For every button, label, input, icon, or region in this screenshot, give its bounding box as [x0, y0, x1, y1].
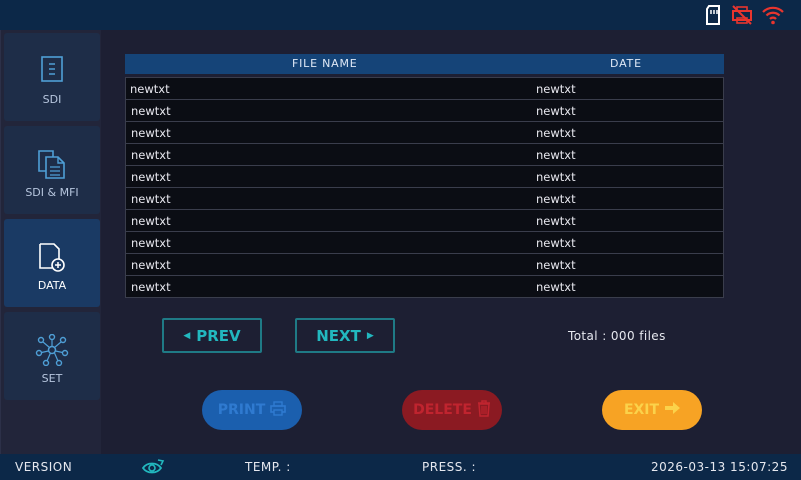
next-page-button[interactable]: NEXT ▶ — [295, 318, 395, 353]
printer-disconnected-icon — [731, 5, 753, 29]
file-name-cell: newtxt — [131, 104, 171, 118]
column-header-file-name: FILE NAME — [292, 57, 358, 70]
sidebar: SDI SDI & MFI DATA SET — [0, 30, 101, 454]
sidebar-item-sdi[interactable]: SDI — [4, 33, 100, 121]
file-name-cell: newtxt — [131, 280, 171, 294]
version-label: VERSION — [15, 460, 73, 474]
exit-button[interactable]: EXIT — [602, 390, 702, 430]
table-row[interactable]: newtxt newtxt — [126, 188, 723, 210]
file-name-cell: newtxt — [131, 126, 171, 140]
print-button[interactable]: PRINT — [202, 390, 302, 430]
file-table: newtxt newtxt newtxt newtxt newtxt newtx… — [125, 77, 724, 298]
table-row[interactable]: newtxt newtxt — [126, 232, 723, 254]
connection-eye-icon — [141, 457, 165, 478]
printer-icon — [270, 400, 287, 420]
documents-icon — [4, 148, 100, 180]
sidebar-item-label: SDI — [42, 93, 62, 106]
table-row[interactable]: newtxt newtxt — [126, 254, 723, 276]
top-status-bar — [0, 0, 801, 30]
triangle-left-icon: ◀ — [183, 330, 191, 341]
date-cell: newtxt — [536, 258, 576, 272]
date-cell: newtxt — [536, 148, 576, 162]
sidebar-item-data[interactable]: DATA — [4, 219, 100, 307]
sidebar-item-label: SET — [41, 372, 63, 385]
file-name-cell: newtxt — [131, 236, 171, 250]
table-row[interactable]: newtxt newtxt — [126, 276, 723, 298]
print-label: PRINT — [217, 402, 266, 418]
file-name-cell: newtxt — [131, 192, 171, 206]
trash-icon — [477, 399, 491, 421]
delete-label: DELETE — [413, 402, 472, 418]
prev-page-label: PREV — [196, 326, 241, 345]
table-row[interactable]: newtxt newtxt — [126, 144, 723, 166]
sidebar-item-sdi-mfi[interactable]: SDI & MFI — [4, 126, 100, 214]
date-cell: newtxt — [536, 82, 576, 96]
file-name-cell: newtxt — [130, 82, 170, 96]
temperature-label: TEMP. : — [245, 460, 291, 474]
datetime-display: 2026-03-13 15:07:25 — [651, 460, 788, 474]
sd-card-icon — [705, 5, 721, 29]
table-header: FILE NAME DATE — [125, 54, 724, 74]
network-icon — [4, 334, 100, 366]
file-name-cell: newtxt — [131, 170, 171, 184]
table-row[interactable]: newtxt newtxt — [126, 100, 723, 122]
table-row[interactable]: newtxt newtxt — [126, 166, 723, 188]
column-header-date: DATE — [610, 57, 642, 70]
add-file-icon — [4, 241, 100, 273]
delete-button[interactable]: DELETE — [402, 390, 502, 430]
prev-page-button[interactable]: ◀ PREV — [162, 318, 262, 353]
sidebar-item-label: SDI & MFI — [25, 186, 79, 199]
date-cell: newtxt — [536, 126, 576, 140]
sidebar-item-label: DATA — [37, 279, 67, 292]
date-cell: newtxt — [536, 104, 576, 118]
triangle-right-icon: ▶ — [366, 330, 374, 341]
file-name-cell: newtxt — [131, 214, 171, 228]
table-row[interactable]: newtxt newtxt — [126, 122, 723, 144]
table-row[interactable]: newtxt newtxt — [126, 78, 723, 100]
next-page-label: NEXT — [316, 326, 361, 345]
date-cell: newtxt — [536, 214, 576, 228]
pressure-label: PRESS. : — [422, 460, 477, 474]
file-name-cell: newtxt — [131, 148, 171, 162]
sidebar-item-set[interactable]: SET — [4, 312, 100, 400]
date-cell: newtxt — [536, 192, 576, 206]
total-files-count: Total : 000 files — [568, 329, 666, 343]
date-cell: newtxt — [536, 236, 576, 250]
date-cell: newtxt — [536, 170, 576, 184]
document-icon — [4, 55, 100, 87]
file-name-cell: newtxt — [131, 258, 171, 272]
bottom-status-bar: VERSION TEMP. : PRESS. : 2026-03-13 15:0… — [0, 454, 801, 480]
wifi-alert-icon — [761, 5, 785, 29]
date-cell: newtxt — [536, 280, 576, 294]
data-panel: FILE NAME DATE newtxt newtxt newtxt newt… — [101, 30, 801, 454]
arrow-right-icon — [664, 402, 681, 418]
table-row[interactable]: newtxt newtxt — [126, 210, 723, 232]
exit-label: EXIT — [623, 402, 660, 418]
